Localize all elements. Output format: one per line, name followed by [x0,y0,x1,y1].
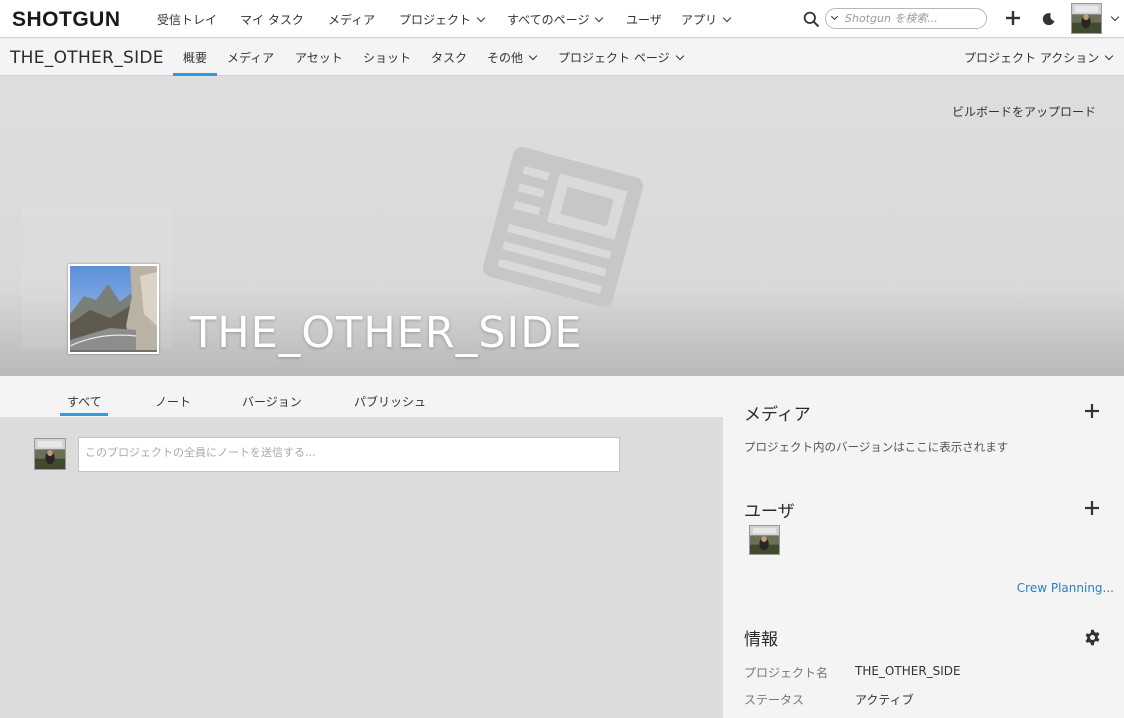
chevron-down-icon [528,51,538,61]
tab-all-label: すべて [67,395,102,409]
activity-stream: すべて ノート バージョン パブリッシュ [0,376,723,718]
nav-my-tasks[interactable]: マイ タスク [240,11,304,28]
tab-project-pages[interactable]: プロジェクト ページ [558,49,684,66]
info-label-status: ステータス [744,693,805,707]
info-value-status[interactable]: アクティブ [855,691,914,708]
tab-overview-label: 概要 [183,51,208,65]
add-icon[interactable] [1005,10,1021,26]
nav-users-label: ユーザ [626,13,662,27]
nav-my-tasks-label: マイ タスク [240,13,304,27]
note-input[interactable] [85,446,605,459]
info-section-title: 情報 [744,630,778,650]
document-icon [482,146,644,308]
project-thumbnail[interactable] [68,264,159,354]
tab-shots[interactable]: ショット [363,49,411,66]
chevron-down-icon [675,51,684,61]
activity-tabs: すべて ノート バージョン パブリッシュ [0,376,723,417]
project-actions-label: プロジェクト アクション [964,51,1100,65]
chevron-down-icon [476,13,486,23]
tab-more-label: その他 [487,51,524,65]
tab-more[interactable]: その他 [487,49,538,66]
nav-all-pages[interactable]: すべてのページ [507,11,604,28]
note-composer[interactable] [78,437,620,472]
tab-all[interactable]: すべて [67,393,102,410]
project-title[interactable]: THE_OTHER_SIDE [10,48,164,68]
users-section-title: ユーザ [744,502,795,522]
global-nav-bar: SHOTGUN 受信トレイ マイ タスク メディア プロジェクト すべてのページ… [0,0,1124,38]
crew-planning-link[interactable]: Crew Planning... [1017,581,1114,595]
nav-users[interactable]: ユーザ [626,11,662,28]
tab-tasks-label: タスク [431,51,468,65]
tab-versions-label: バージョン [242,395,302,409]
tab-overview[interactable]: 概要 [183,49,207,66]
user-avatar[interactable] [1071,3,1102,34]
nav-inbox[interactable]: 受信トレイ [157,11,217,28]
tab-publishes[interactable]: パブリッシュ [354,393,426,410]
tab-assets-label: アセット [295,51,343,65]
banner-project-title: THE_OTHER_SIDE [190,308,583,358]
active-tab-indicator [60,413,108,416]
add-user-icon[interactable] [1085,501,1099,515]
chevron-down-icon[interactable] [1110,12,1120,22]
gear-icon[interactable] [1084,629,1101,646]
tab-publishes-label: パブリッシュ [354,395,427,409]
search-field[interactable] [825,8,987,29]
user-avatar[interactable] [34,438,66,470]
tab-notes[interactable]: ノート [155,393,191,410]
tab-tasks[interactable]: タスク [431,49,467,66]
tab-media[interactable]: メディア [227,49,274,66]
nav-all-pages-label: すべてのページ [507,13,590,27]
search-input[interactable] [845,10,983,27]
moon-icon[interactable] [1042,12,1056,26]
media-section-title: メディア [744,405,811,425]
chevron-down-icon[interactable] [830,12,839,21]
project-actions-menu[interactable]: プロジェクト アクション [964,49,1114,66]
tab-project-pages-label: プロジェクト ページ [558,51,670,65]
nav-media[interactable]: メディア [328,11,375,28]
search-icon[interactable] [803,11,820,28]
info-label-project-name: プロジェクト名 [744,666,829,680]
project-billboard: ビルボードをアップロード THE_OTHER_SIDE [0,76,1124,376]
project-nav-bar: THE_OTHER_SIDE 概要 メディア アセット ショット タスク その他… [0,39,1124,76]
tab-media-label: メディア [227,51,275,65]
shotgun-logo[interactable]: SHOTGUN [12,8,121,32]
tab-versions[interactable]: バージョン [242,393,302,410]
nav-apps-label: アプリ [681,13,718,27]
nav-media-label: メディア [328,13,376,27]
info-value-project-name[interactable]: THE_OTHER_SIDE [855,664,961,678]
user-avatar[interactable] [749,525,780,555]
chevron-down-icon [1104,51,1114,61]
tab-assets[interactable]: アセット [295,49,343,66]
nav-projects[interactable]: プロジェクト [399,11,486,28]
nav-apps[interactable]: アプリ [681,11,732,28]
media-empty-text: プロジェクト内のバージョンはここに表示されます [744,440,1009,454]
add-media-icon[interactable] [1085,404,1099,418]
tab-notes-label: ノート [155,395,192,409]
chevron-down-icon [595,13,604,23]
nav-projects-label: プロジェクト [399,13,472,27]
chevron-down-icon [722,13,732,23]
nav-inbox-label: 受信トレイ [157,13,218,27]
tab-shots-label: ショット [363,51,412,65]
upload-billboard-link[interactable]: ビルボードをアップロード [952,103,1096,120]
project-sidebar: メディア プロジェクト内のバージョンはここに表示されます ユーザ Crew Pl… [723,376,1124,718]
